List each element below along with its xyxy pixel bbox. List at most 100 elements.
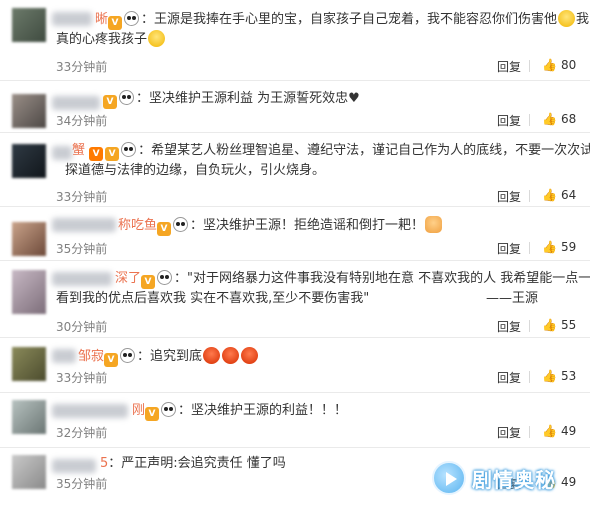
comment-item: 深了 V ："对于网络暴力这件事我没有特别地在意 不喜欢我的人 我希望能一点一滴 看… — [0, 260, 590, 334]
panda-icon — [157, 270, 173, 285]
reply-button[interactable]: 回复 — [497, 369, 521, 386]
username[interactable]: 5 — [100, 456, 108, 471]
action-divider — [529, 242, 530, 254]
comment-text-line2: 探道德与法律的边缘，自负玩火，引火烧身。 — [65, 163, 326, 178]
like-button[interactable]: 👍 68 — [542, 112, 576, 126]
thumbs-up-icon: 👍 — [542, 369, 557, 383]
username-blur — [52, 96, 100, 110]
comment-item: 邹寂 V ：追究到底 33分钟前 回复 👍 53 — [0, 337, 590, 389]
avatar[interactable] — [12, 455, 46, 489]
like-button[interactable]: 👍 49 — [542, 424, 576, 438]
watermark: 剧情奥秘 — [432, 458, 556, 498]
timestamp: 34分钟前 — [56, 114, 108, 128]
like-button[interactable]: 👍 55 — [542, 318, 576, 332]
comment-text: 刚 V ：坚决维护王源的利益！！！ — [132, 402, 348, 421]
thumbs-up-icon: 👍 — [542, 240, 557, 254]
fist-emoji-icon — [425, 216, 443, 233]
like-button[interactable]: 👍 53 — [542, 369, 576, 383]
vip-badge-icon: V — [104, 353, 119, 367]
play-logo-icon — [432, 461, 466, 495]
username[interactable]: 邹寂 — [78, 349, 104, 364]
vip-badge-icon: V — [103, 95, 117, 109]
thumbs-up-icon: 👍 — [542, 188, 557, 202]
panda-icon — [124, 11, 140, 26]
comment-text: 晰 V ：王源是我捧在手心里的宝，自家孩子自己宠着，我不能容忍你们伤害他我 — [95, 10, 590, 30]
avatar[interactable] — [12, 222, 46, 256]
vip-badge-icon: V — [141, 275, 156, 289]
username-blur — [52, 12, 92, 26]
comment-item: 刚 V ：坚决维护王源的利益！！！ 32分钟前 回复 👍 49 — [0, 392, 590, 444]
thumbs-up-icon: 👍 — [542, 318, 557, 332]
reply-button[interactable]: 回复 — [497, 188, 521, 205]
action-divider — [529, 190, 530, 202]
like-button[interactable]: 👍 59 — [542, 240, 576, 254]
action-divider — [529, 371, 530, 383]
avatar[interactable] — [12, 94, 46, 128]
reply-button[interactable]: 回复 — [497, 58, 521, 75]
reply-button[interactable]: 回复 — [497, 424, 521, 441]
comment-item: 晰 V ：王源是我捧在手心里的宝，自家孩子自己宠着，我不能容忍你们伤害他我 真的心疼… — [0, 0, 590, 74]
username[interactable]: 刚 — [132, 403, 145, 418]
like-button[interactable]: 👍 80 — [542, 58, 576, 72]
action-divider — [529, 426, 530, 438]
thumbs-up-icon: 👍 — [542, 424, 557, 438]
username-blur — [52, 459, 96, 473]
comment-text: V ：坚决维护王源利益 为王源誓死效忠♥ — [103, 90, 360, 109]
reply-button[interactable]: 回复 — [497, 112, 521, 129]
panda-icon — [173, 217, 189, 232]
avatar[interactable] — [12, 144, 46, 178]
reply-button[interactable]: 回复 — [497, 318, 521, 335]
username-blur — [52, 272, 112, 286]
sad-face-emoji-icon — [558, 10, 576, 27]
reply-button[interactable]: 回复 — [497, 240, 521, 257]
username[interactable]: 蟹 — [72, 143, 85, 158]
vip-badge-icon: V — [105, 147, 120, 161]
panda-icon — [120, 348, 136, 363]
timestamp: 35分钟前 — [56, 477, 108, 491]
username-blur — [52, 404, 128, 418]
avatar[interactable] — [12, 347, 46, 381]
verified-badge-icon: V — [89, 147, 104, 161]
panda-icon — [119, 90, 134, 105]
username-blur — [52, 218, 116, 232]
heart-icon: ♥ — [348, 91, 360, 106]
username-blur — [52, 146, 72, 160]
crying-face-emoji-icon — [148, 30, 166, 47]
watermark-text: 剧情奥秘 — [472, 467, 556, 492]
action-divider — [529, 60, 530, 72]
vip-badge-icon: V — [145, 407, 160, 421]
comment-item: 蟹 V V ：希望某艺人粉丝理智追星、遵纪守法，谨记自己作为人的底线，不要一次次试 … — [0, 132, 590, 205]
comment-text: 蟹 V V ：希望某艺人粉丝理智追星、遵纪守法，谨记自己作为人的底线，不要一次次试 — [72, 142, 590, 161]
avatar[interactable] — [12, 8, 46, 42]
comment-item: 称吃鱼 V ：坚决维护王源！拒绝造谣和倒打一耙！ 35分钟前 回复 👍 59 — [0, 206, 590, 256]
comment-text: 深了 V ："对于网络暴力这件事我没有特别地在意 不喜欢我的人 我希望能一点一滴 — [115, 270, 590, 289]
thumbs-up-icon: 👍 — [542, 112, 557, 126]
username[interactable]: 深了 — [115, 271, 141, 286]
username[interactable]: 晰 — [95, 12, 108, 27]
panda-icon — [161, 402, 177, 417]
comment-text-line2: 看到我的优点后喜欢我 实在不喜欢我,至少不要伤害我" — [56, 291, 370, 306]
action-divider — [529, 320, 530, 332]
timestamp: 30分钟前 — [56, 320, 108, 334]
comment-text: 称吃鱼 V ：坚决维护王源！拒绝造谣和倒打一耙！ — [118, 216, 443, 236]
angry-face-emoji-icon — [203, 347, 221, 364]
quote-attribution: ——王源 — [486, 291, 539, 306]
timestamp: 32分钟前 — [56, 426, 108, 440]
timestamp: 33分钟前 — [56, 190, 108, 204]
vip-badge-icon: V — [108, 16, 123, 30]
panda-icon — [121, 142, 137, 157]
timestamp: 33分钟前 — [56, 371, 108, 385]
comment-text: 邹寂 V ：追究到底 — [78, 347, 259, 367]
timestamp: 33分钟前 — [56, 60, 108, 74]
angry-face-emoji-icon — [241, 347, 259, 364]
thumbs-up-icon: 👍 — [542, 58, 557, 72]
username[interactable]: 称吃鱼 — [118, 218, 157, 233]
angry-face-emoji-icon — [222, 347, 240, 364]
username-blur — [52, 349, 76, 363]
avatar[interactable] — [12, 400, 46, 434]
like-button[interactable]: 👍 64 — [542, 188, 576, 202]
avatar[interactable] — [12, 270, 46, 314]
comment-item: V ：坚决维护王源利益 为王源誓死效忠♥ 34分钟前 回复 👍 68 — [0, 80, 590, 130]
action-divider — [529, 114, 530, 126]
timestamp: 35分钟前 — [56, 242, 108, 256]
